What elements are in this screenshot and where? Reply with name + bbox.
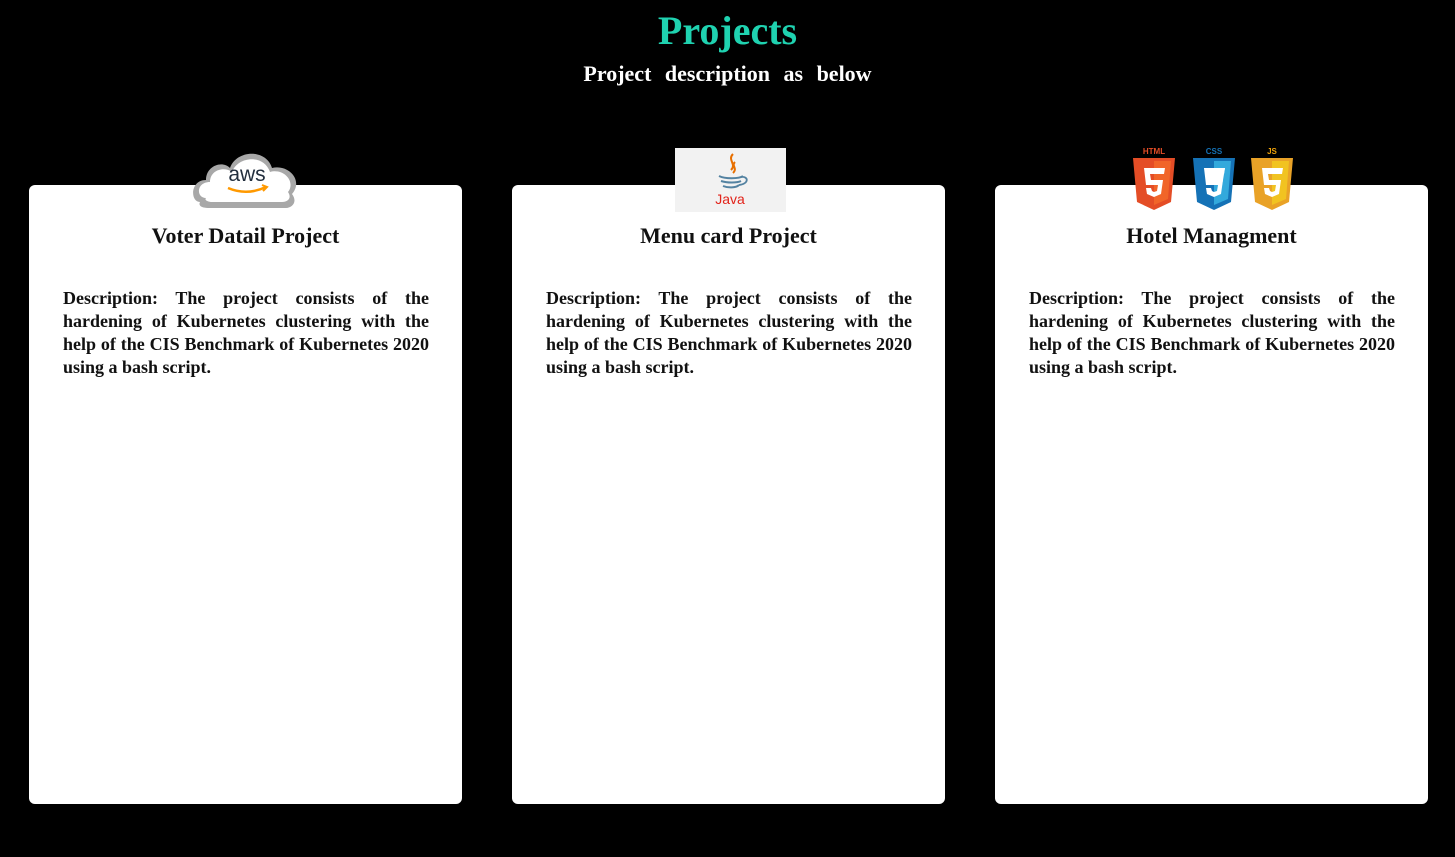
project-card-menu: Menu card Project Description: The proje… bbox=[512, 185, 945, 804]
java-logo-text: Java bbox=[715, 191, 745, 207]
java-logo-icon: Java bbox=[675, 148, 786, 212]
js-label: JS bbox=[1267, 147, 1277, 156]
css-label: CSS bbox=[1206, 147, 1223, 156]
html5-icon: HTML bbox=[1133, 147, 1175, 210]
project-card-hotel: Hotel Managment Description: The project… bbox=[995, 185, 1428, 804]
project-description: Description: The project consists of the… bbox=[63, 288, 429, 377]
aws-logo-text: aws bbox=[228, 163, 265, 186]
js-icon: JS bbox=[1251, 147, 1293, 210]
project-title: Menu card Project bbox=[640, 223, 817, 248]
css3-icon: CSS bbox=[1193, 147, 1235, 210]
page-title: Projects bbox=[657, 8, 798, 53]
project-card-voter: Voter Datail Project Description: The pr… bbox=[29, 185, 462, 804]
html-label: HTML bbox=[1143, 147, 1165, 156]
project-title: Voter Datail Project bbox=[151, 223, 340, 248]
project-title: Hotel Managment bbox=[1126, 223, 1297, 248]
project-description: Description: The project consists of the… bbox=[1029, 288, 1395, 377]
aws-logo-icon: aws bbox=[192, 146, 302, 210]
html-css-js-icons: HTML CSS JS bbox=[1130, 144, 1298, 212]
page-subtitle: Project description as below bbox=[583, 61, 872, 86]
project-description: Description: The project consists of the… bbox=[546, 288, 912, 377]
